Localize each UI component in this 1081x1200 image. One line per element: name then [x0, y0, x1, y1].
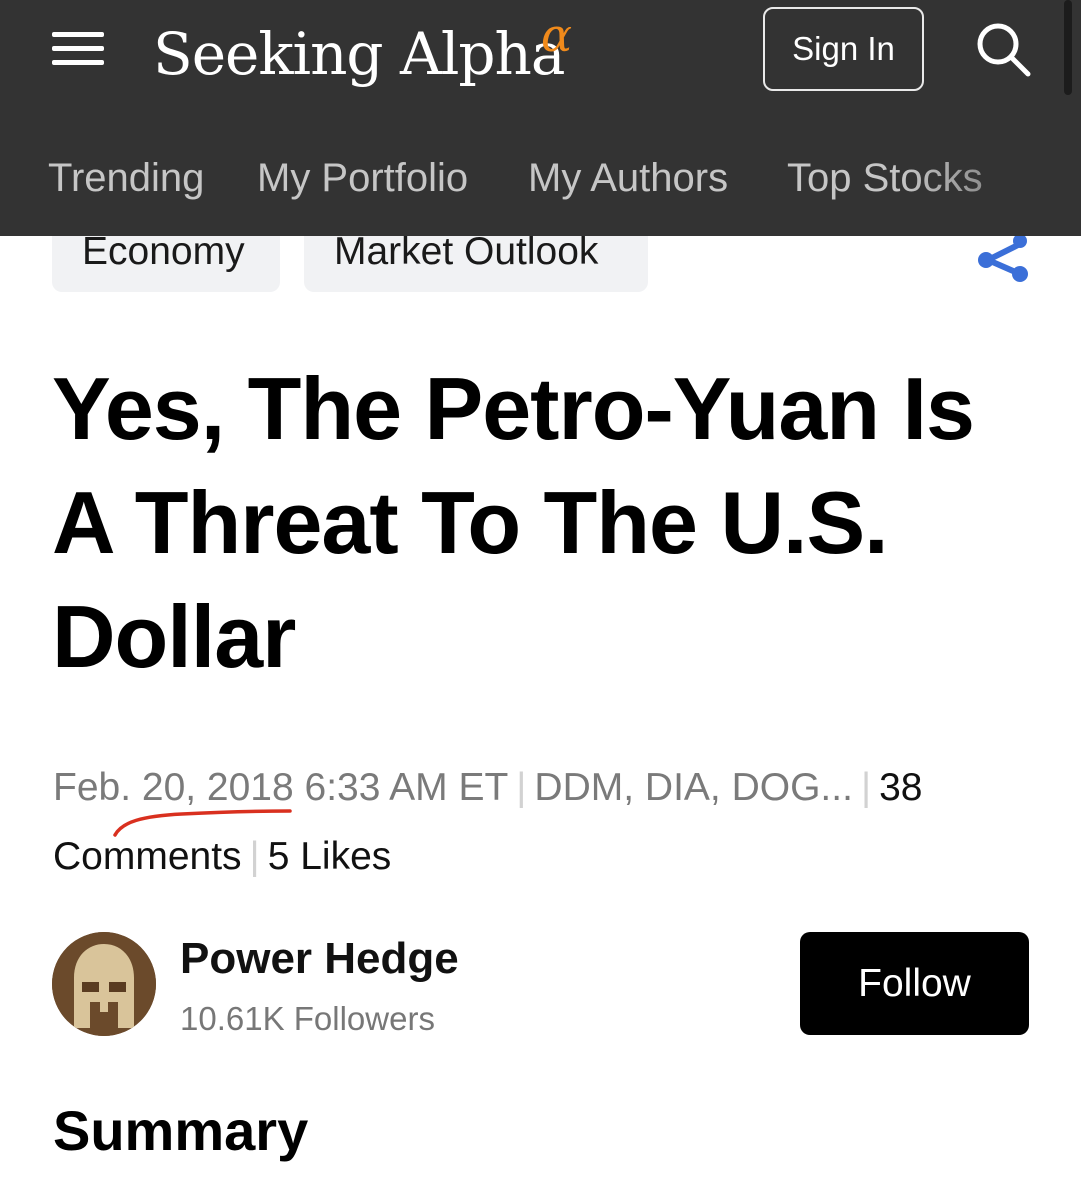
likes-count[interactable]: 5 Likes — [268, 835, 392, 878]
sign-in-button[interactable]: Sign In — [763, 7, 924, 91]
article-title: Yes, The Petro-Yuan Is A Threat To The U… — [52, 359, 975, 686]
spartan-helmet-icon — [52, 932, 156, 1036]
share-icon[interactable] — [974, 236, 1032, 286]
author-avatar[interactable] — [52, 932, 156, 1036]
nav-my-authors[interactable]: My Authors — [528, 156, 728, 201]
article-date: Feb. 20, 2018 6:33 AM ET — [53, 766, 509, 809]
scrollbar[interactable] — [1064, 0, 1072, 95]
nav-my-portfolio[interactable]: My Portfolio — [257, 156, 468, 201]
article-tickers[interactable]: DDM, DIA, DOG... — [534, 766, 853, 809]
meta-separator: | — [860, 766, 872, 809]
meta-separator: | — [249, 835, 260, 878]
nav-top-stocks[interactable]: Top Stocks — [787, 156, 983, 201]
logo-text: Seeking Alpha — [153, 20, 565, 88]
site-header: Seeking Alpha α Sign In Trending My Port… — [0, 0, 1081, 236]
meta-separator: | — [516, 766, 527, 809]
author-followers: 10.61K Followers — [180, 1000, 435, 1037]
main-nav: Trending My Portfolio My Authors Top Sto… — [0, 150, 1081, 210]
author-name[interactable]: Power Hedge — [180, 934, 459, 984]
nav-trending[interactable]: Trending — [48, 156, 204, 201]
hamburger-menu-icon[interactable] — [52, 30, 104, 70]
alpha-logo-icon: α — [541, 8, 572, 62]
summary-heading: Summary — [53, 1099, 309, 1162]
search-icon[interactable] — [974, 20, 1032, 78]
article-meta: Feb. 20, 2018 6:33 AM ET | DDM, DIA, DOG..… — [53, 753, 1043, 891]
follow-button[interactable]: Follow — [800, 932, 1029, 1035]
